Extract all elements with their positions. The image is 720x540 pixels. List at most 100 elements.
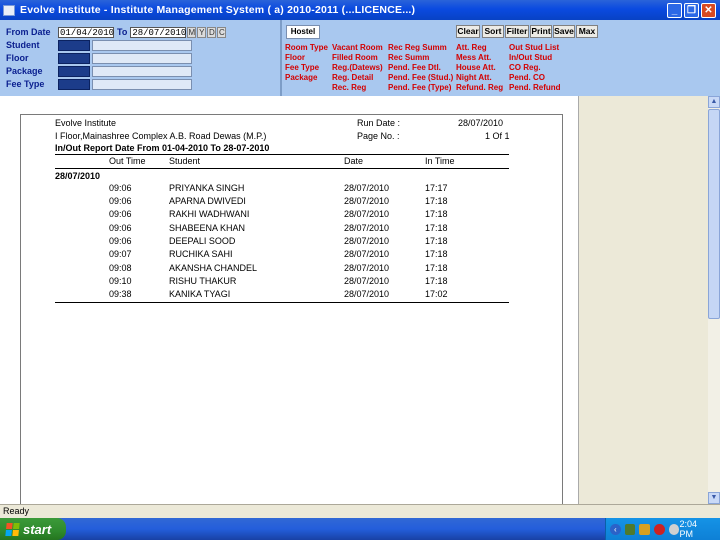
row-student: DEEPALI SOOD [169, 236, 236, 246]
year-button[interactable]: Y [197, 26, 207, 38]
clear-date-button[interactable]: C [217, 26, 227, 38]
col-out-time: Out Time [109, 156, 146, 166]
page-no-value: 1 Of 1 [485, 131, 510, 141]
menu-out-stud-list[interactable]: Out Stud List [509, 43, 559, 53]
window-title-bar: Evolve Institute - Institute Management … [0, 0, 720, 20]
row-in-time: 17:17 [425, 183, 448, 193]
menu-mess-att[interactable]: Mess Att. [456, 53, 491, 63]
row-out-time: 09:06 [109, 183, 132, 193]
from-date-input[interactable]: 01/04/2010 [58, 26, 114, 38]
month-button[interactable]: M [187, 26, 197, 38]
row-in-time: 17:18 [425, 236, 448, 246]
fee-type-filter-row: Fee Type [6, 78, 192, 90]
row-student: APARNA DWIVEDI [169, 196, 246, 206]
header-divider-top [55, 154, 509, 155]
print-button[interactable]: Print [530, 25, 552, 38]
to-date-input[interactable]: 28/07/2010 [130, 26, 186, 38]
window-title: Evolve Institute - Institute Management … [20, 4, 416, 16]
package-label: Package [6, 66, 43, 76]
menu-floor[interactable]: Floor [285, 53, 305, 63]
report-end-divider [55, 302, 509, 303]
security-icon[interactable] [654, 523, 665, 535]
filter-button[interactable]: Filter [505, 25, 529, 38]
student-filter-row: Student [6, 39, 192, 51]
row-in-time: 17:18 [425, 223, 448, 233]
windows-logo-icon [5, 522, 20, 536]
row-out-time: 09:06 [109, 196, 132, 206]
menu-att-reg[interactable]: Att. Reg [456, 43, 487, 53]
report-title: In/Out Report Date From 01-04-2010 To 28… [55, 143, 270, 153]
menu-night-att[interactable]: Night Att. [456, 73, 492, 83]
close-button[interactable]: ✕ [701, 2, 716, 18]
menu-co-reg[interactable]: CO Reg. [509, 63, 541, 73]
package-name-input[interactable] [92, 65, 192, 77]
taskbar: start ‹ 2:04 PM [0, 518, 720, 540]
row-date: 28/07/2010 [344, 209, 390, 219]
menu-pend-refund[interactable]: Pend. Refund [509, 83, 561, 93]
side-pane [578, 96, 708, 504]
day-button[interactable]: D [207, 26, 217, 38]
app-tray-icon[interactable] [624, 523, 636, 535]
menu-rec-summ[interactable]: Rec Summ [388, 53, 429, 63]
header-divider-bottom [55, 168, 509, 169]
row-student: RISHU THAKUR [169, 276, 237, 286]
menu-fee-type[interactable]: Fee Type [285, 63, 319, 73]
menu-pend-fee-stud[interactable]: Pend. Fee (Stud.) [388, 73, 453, 83]
student-code-input[interactable] [58, 39, 90, 51]
max-button[interactable]: Max [576, 25, 598, 38]
network-icon[interactable]: ‹ [610, 523, 621, 535]
row-in-time: 17:18 [425, 276, 448, 286]
menu-rec-reg[interactable]: Rec. Reg [332, 83, 366, 93]
student-name-input[interactable] [92, 39, 192, 51]
run-date-label: Run Date : [357, 118, 401, 128]
from-date-label: From Date [6, 27, 51, 37]
menu-pend-co[interactable]: Pend. CO [509, 73, 545, 83]
page-no-label: Page No. : [357, 131, 400, 141]
row-date: 28/07/2010 [344, 249, 390, 259]
vertical-scrollbar[interactable]: ▲ ▼ [708, 96, 720, 504]
institute-address: I Floor,Mainashree Complex A.B. Road Dew… [55, 131, 267, 141]
minimize-button[interactable]: _ [667, 2, 682, 18]
restore-button[interactable]: ❐ [684, 2, 699, 18]
package-code-input[interactable] [58, 65, 90, 77]
scroll-down-icon[interactable]: ▼ [708, 492, 720, 504]
floor-code-input[interactable] [58, 52, 90, 64]
row-in-time: 17:18 [425, 249, 448, 259]
sort-button[interactable]: Sort [482, 25, 504, 38]
date-range-row: From Date 01/04/2010 To 28/07/2010 M Y D… [6, 26, 227, 38]
system-tray: ‹ 2:04 PM [605, 518, 720, 540]
app-icon [3, 4, 15, 16]
report-viewer: Evolve Institute Run Date : 28/07/2010 I… [0, 96, 708, 506]
floor-name-input[interactable] [92, 52, 192, 64]
antivirus-icon[interactable] [668, 523, 680, 535]
scroll-up-icon[interactable]: ▲ [708, 96, 720, 108]
fee-type-code-input[interactable] [58, 78, 90, 90]
row-out-time: 09:06 [109, 236, 132, 246]
menu-reg-datews[interactable]: Reg.(Datews) [332, 63, 383, 73]
row-student: RAKHI WADHWANI [169, 209, 250, 219]
menu-rec-reg-summ[interactable]: Rec Reg Summ [388, 43, 447, 53]
col-date: Date [344, 156, 364, 166]
tab-hostel[interactable]: Hostel [286, 25, 320, 39]
fee-type-name-input[interactable] [92, 78, 192, 90]
menu-refund-reg[interactable]: Refund. Reg [456, 83, 503, 93]
menu-in-out-stud[interactable]: In/Out Stud [509, 53, 552, 63]
start-label: start [23, 521, 52, 537]
menu-pend-fee-type[interactable]: Pend. Fee (Type) [388, 83, 451, 93]
menu-pend-fee-dtl[interactable]: Pend. Fee Dtl. [388, 63, 441, 73]
clear-button[interactable]: Clear [456, 25, 480, 38]
menu-reg-detail[interactable]: Reg. Detail [332, 73, 373, 83]
menu-package[interactable]: Package [285, 73, 317, 83]
to-label: To [117, 27, 128, 37]
col-student: Student [169, 156, 201, 166]
scroll-thumb[interactable] [708, 109, 720, 319]
menu-vacant-room[interactable]: Vacant Room [332, 43, 383, 53]
save-button[interactable]: Save [553, 25, 575, 38]
start-button[interactable]: start [0, 518, 66, 540]
student-label: Student [6, 40, 40, 50]
menu-house-att[interactable]: House Att. [456, 63, 496, 73]
volume-icon[interactable] [639, 523, 651, 535]
status-bar: Ready [0, 504, 720, 518]
menu-filled-room[interactable]: Filled Room [332, 53, 378, 63]
menu-room-type[interactable]: Room Type [285, 43, 328, 53]
